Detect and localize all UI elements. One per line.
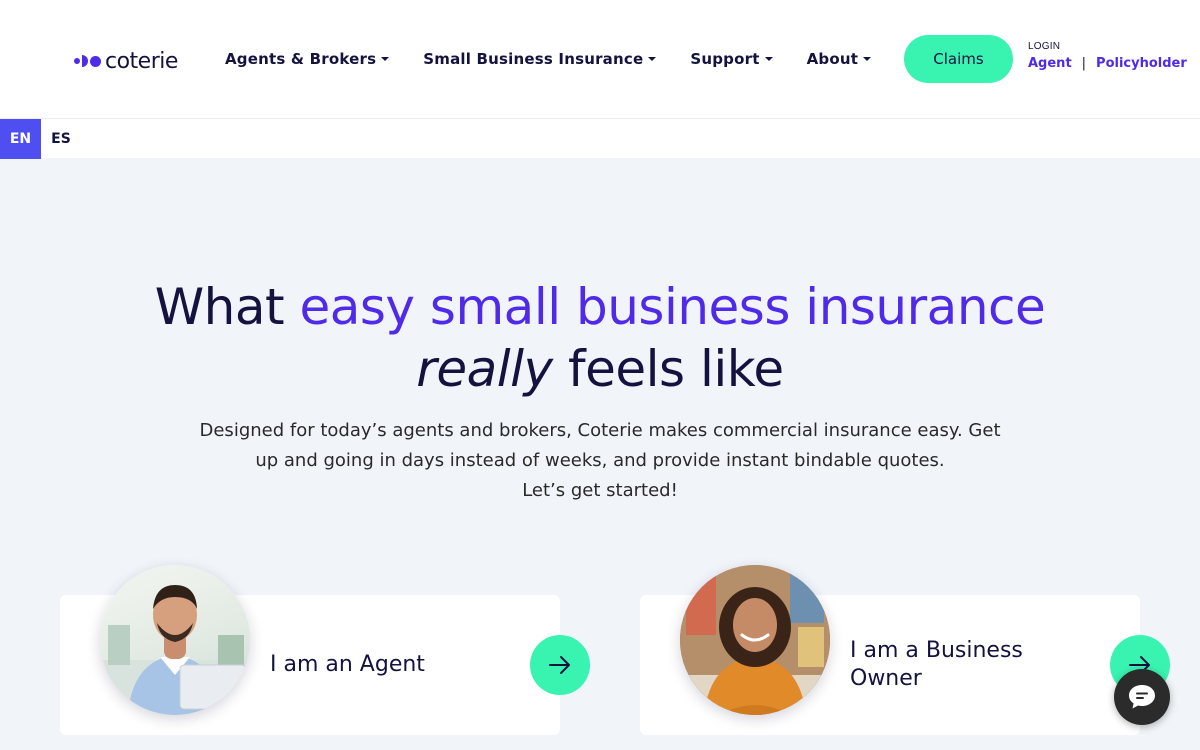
hero-title-part2: feels like	[552, 340, 784, 398]
nav-agents-brokers-label: Agents & Brokers	[225, 50, 377, 68]
caret-down-icon	[648, 57, 657, 61]
nav-agents-brokers[interactable]: Agents & Brokers	[225, 50, 390, 68]
caret-down-icon	[863, 57, 872, 61]
site-header: coterie Agents & Brokers Small Business …	[0, 0, 1200, 118]
login-separator: |	[1081, 56, 1087, 71]
login-label: LOGIN	[1028, 41, 1061, 52]
hero-subtitle-line-2: up and going in days instead of weeks, a…	[255, 450, 945, 471]
caret-down-icon	[764, 57, 773, 61]
nav-small-business-insurance[interactable]: Small Business Insurance	[423, 50, 657, 68]
main-nav: Agents & Brokers Small Business Insuranc…	[225, 50, 905, 68]
language-bar: EN ES	[0, 118, 1200, 159]
hero-subtitle-line-1: Designed for today’s agents and brokers,…	[199, 420, 1001, 441]
caret-down-icon	[381, 57, 390, 61]
arrow-right-icon	[549, 656, 570, 674]
nav-about[interactable]: About	[807, 50, 872, 68]
login-section: LOGIN Agent | Policyholder	[1028, 41, 1187, 71]
language-es-button[interactable]: ES	[44, 119, 78, 159]
language-en-button[interactable]: EN	[0, 119, 41, 159]
nav-small-business-insurance-label: Small Business Insurance	[423, 50, 644, 68]
agent-photo	[100, 565, 250, 715]
hero-title: What easy small business insurance reall…	[0, 276, 1200, 400]
business-owner-photo	[680, 565, 830, 715]
claims-button[interactable]: Claims	[904, 35, 1013, 83]
chat-bubble-icon	[1129, 685, 1155, 709]
logo-text: coterie	[105, 48, 178, 74]
logo-mark-icon	[74, 55, 101, 67]
agent-card-label: I am an Agent	[270, 652, 425, 677]
hero-subtitle: Designed for today’s agents and brokers,…	[190, 416, 1010, 506]
hero-subtitle-line-3: Let’s get started!	[522, 480, 678, 501]
nav-about-label: About	[806, 50, 859, 68]
business-owner-card-label: I am a Business Owner	[850, 638, 1023, 691]
hero-title-accent: easy small business insurance	[299, 278, 1046, 336]
hero-title-line-2: really feels like	[0, 338, 1200, 400]
chat-button[interactable]	[1114, 669, 1170, 725]
policyholder-login-link[interactable]: Policyholder	[1096, 56, 1187, 71]
hero-title-italic: really	[416, 340, 553, 398]
nav-support-label: Support	[690, 50, 760, 68]
agent-arrow-button[interactable]	[530, 635, 590, 695]
hero-title-line-1: What easy small business insurance	[0, 276, 1200, 338]
login-links: Agent | Policyholder	[1028, 56, 1187, 71]
agent-login-link[interactable]: Agent	[1028, 56, 1072, 71]
hero-title-part1: What	[154, 278, 300, 336]
coterie-logo[interactable]: coterie	[74, 47, 178, 75]
nav-support[interactable]: Support	[690, 50, 773, 68]
